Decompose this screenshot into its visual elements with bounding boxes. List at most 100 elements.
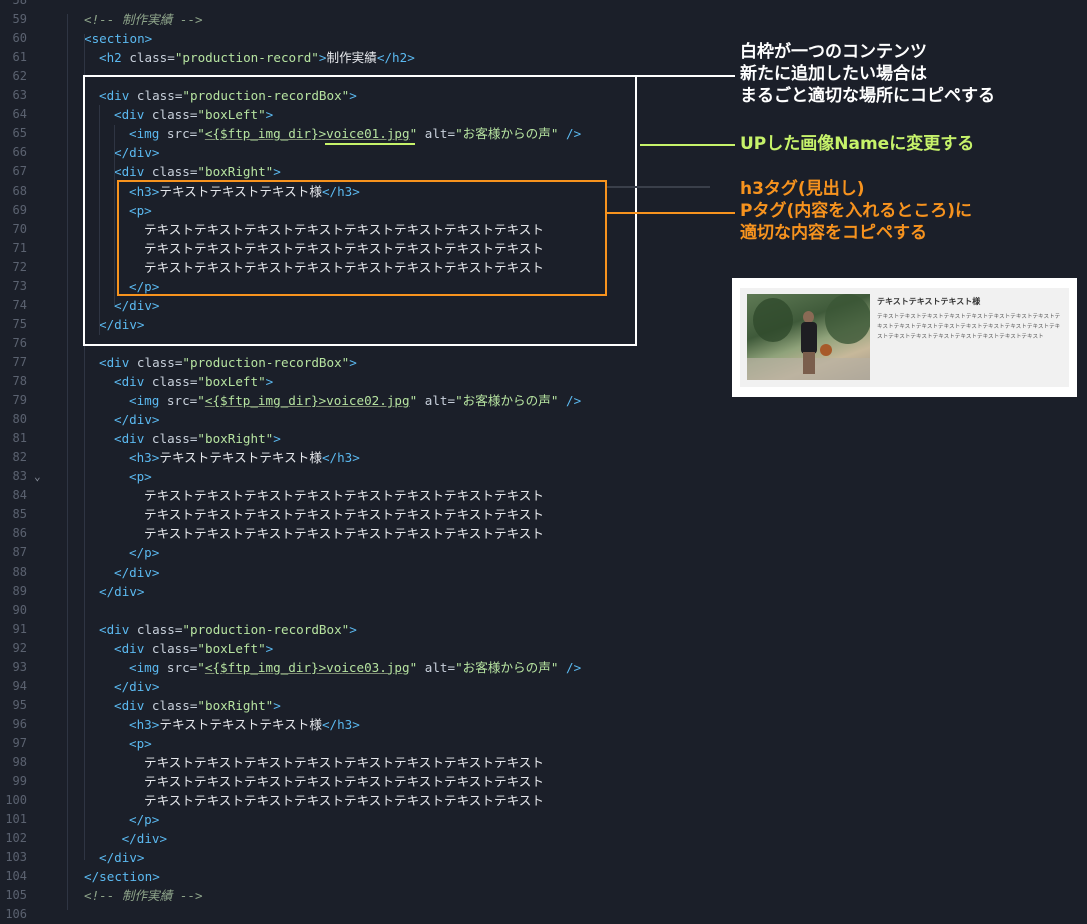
code-text: <div class="boxLeft">: [114, 372, 273, 391]
indent-marker: [607, 186, 710, 188]
code-token: alt=: [417, 393, 456, 409]
code-line[interactable]: 77 <div class="production-recordBox">: [0, 353, 720, 372]
code-line[interactable]: 59 <!-- 制作実績 -->: [0, 10, 720, 29]
fold-chevron-icon[interactable]: ⌄: [34, 467, 41, 486]
code-line[interactable]: 92 <div class="boxLeft">: [0, 639, 720, 658]
code-line[interactable]: 102 </div>: [0, 829, 720, 848]
code-token: />: [558, 393, 582, 409]
code-token: "production-recordBox": [182, 621, 350, 637]
code-line[interactable]: 82 <h3>テキストテキストテキスト様</h3>: [0, 448, 720, 467]
code-token: </div>: [114, 678, 160, 694]
code-line[interactable]: 101 </p>: [0, 810, 720, 829]
code-token: >: [349, 354, 357, 370]
code-text: </div>: [114, 410, 160, 429]
preview-record-box: テキストテキストテキスト様 テキストテキストテキストテキストテキストテキストテキ…: [740, 288, 1069, 387]
code-line[interactable]: 105 <!-- 制作実績 -->: [0, 886, 720, 905]
line-number: 74: [12, 297, 27, 312]
code-token: class=: [121, 50, 175, 66]
code-token: </p>: [129, 545, 160, 561]
code-token: </div>: [114, 412, 160, 428]
code-text: <img src="<{$ftp_img_dir}>voice02.jpg" a…: [129, 391, 581, 410]
code-line[interactable]: 88 </div>: [0, 563, 720, 582]
code-line[interactable]: 106: [0, 905, 720, 924]
code-line[interactable]: 94 </div>: [0, 677, 720, 696]
code-token: <h3>: [129, 450, 160, 466]
code-line[interactable]: 85 テキストテキストテキストテキストテキストテキストテキストテキスト: [0, 505, 720, 524]
code-token: src=: [159, 659, 198, 675]
code-token: <{$ftp_img_dir}>voice03.jpg: [204, 659, 410, 675]
line-number: 103: [5, 850, 27, 865]
code-token: >: [273, 431, 281, 447]
code-line[interactable]: 80 </div>: [0, 410, 720, 429]
code-token: 制作実績: [326, 50, 377, 66]
line-number: 85: [12, 507, 27, 522]
code-line[interactable]: 91 <div class="production-recordBox">: [0, 620, 720, 639]
line-number: 95: [12, 697, 27, 712]
code-line[interactable]: 93 <img src="<{$ftp_img_dir}>voice03.jpg"…: [0, 658, 720, 677]
code-token: >: [349, 621, 357, 637]
code-line[interactable]: 84 テキストテキストテキストテキストテキストテキストテキストテキスト: [0, 486, 720, 505]
code-text: </div>: [114, 677, 160, 696]
code-line[interactable]: 96 <h3>テキストテキストテキスト様</h3>: [0, 715, 720, 734]
line-number: 58: [12, 0, 27, 7]
preview-title: テキストテキストテキスト様: [877, 297, 981, 306]
code-line[interactable]: 81 <div class="boxRight">: [0, 429, 720, 448]
code-token: <img: [129, 393, 160, 409]
code-text: <!-- 制作実績 -->: [84, 10, 203, 29]
line-number: 97: [12, 735, 27, 750]
line-number: 106: [5, 907, 27, 922]
text-content-note: h3タグ(見出し) Pタグ(内容を入れるところ)に 適切な内容をコピペする: [740, 179, 972, 243]
code-token: </h3>: [321, 716, 360, 732]
line-number: 59: [12, 12, 27, 27]
code-text: <div class="boxLeft">: [114, 639, 273, 658]
code-line[interactable]: 86 テキストテキストテキストテキストテキストテキストテキストテキスト: [0, 524, 720, 543]
line-number: 100: [5, 793, 27, 808]
line-number: 96: [12, 716, 27, 731]
code-token: <!-- 制作実績 -->: [84, 888, 203, 904]
code-line[interactable]: 103 </div>: [0, 848, 720, 867]
code-line[interactable]: 87 </p>: [0, 543, 720, 562]
code-line[interactable]: 58: [0, 0, 720, 10]
code-text: </div>: [114, 563, 160, 582]
code-line[interactable]: 95 <div class="boxRight">: [0, 696, 720, 715]
code-line[interactable]: 60 <section>: [0, 29, 720, 48]
code-token: src=: [159, 393, 198, 409]
code-line[interactable]: 100 テキストテキストテキストテキストテキストテキストテキストテキスト: [0, 791, 720, 810]
code-line[interactable]: 79 <img src="<{$ftp_img_dir}>voice02.jpg"…: [0, 391, 720, 410]
code-token: "boxLeft": [197, 374, 266, 389]
code-token: テキストテキストテキストテキストテキストテキストテキストテキスト: [144, 793, 544, 809]
line-number: 104: [5, 869, 27, 884]
orange-connector: [607, 212, 735, 214]
code-token: <section>: [84, 31, 153, 47]
code-token: "boxRight": [197, 697, 274, 713]
code-line[interactable]: 83 ⌄ <p>: [0, 467, 720, 486]
code-token: </div>: [114, 831, 168, 847]
code-text: <p>: [129, 734, 152, 753]
code-token: <p>: [129, 469, 152, 485]
code-line[interactable]: 61 <h2 class="production-record">制作実績</h2…: [0, 48, 720, 67]
code-token: "お客様からの声": [455, 393, 559, 409]
code-token: </section>: [84, 869, 160, 885]
code-token: "boxRight": [197, 431, 274, 447]
code-token: class=: [144, 374, 198, 389]
line-number: 94: [12, 678, 27, 693]
code-line[interactable]: 89 </div>: [0, 582, 720, 601]
code-token: >: [265, 374, 274, 389]
code-line[interactable]: 98 テキストテキストテキストテキストテキストテキストテキストテキスト: [0, 753, 720, 772]
line-number: 84: [12, 488, 27, 503]
code-line[interactable]: 99 テキストテキストテキストテキストテキストテキストテキストテキスト: [0, 772, 720, 791]
code-line[interactable]: 97 <p>: [0, 734, 720, 753]
code-line[interactable]: 78 <div class="boxLeft">: [0, 372, 720, 391]
line-number: 76: [12, 335, 27, 350]
code-text: <div class="boxRight">: [114, 429, 281, 448]
image-name-underline: [325, 143, 415, 145]
code-token: <{$ftp_img_dir}>voice02.jpg: [204, 393, 410, 409]
code-token: </div>: [114, 564, 160, 580]
code-line[interactable]: 104 </section>: [0, 867, 720, 886]
code-text: テキストテキストテキストテキストテキストテキストテキストテキスト: [144, 524, 544, 543]
code-token: class=: [144, 431, 198, 447]
code-text: <h2 class="production-record">制作実績</h2>: [99, 48, 415, 67]
code-line[interactable]: 90: [0, 601, 720, 620]
line-number: 87: [12, 545, 27, 560]
line-number: 63: [12, 88, 27, 103]
